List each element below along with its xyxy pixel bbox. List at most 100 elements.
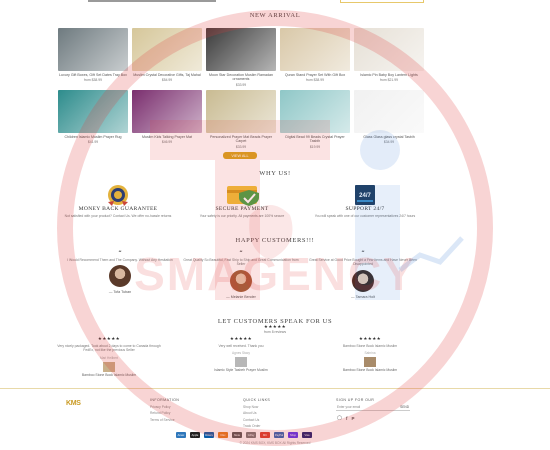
product-price: $33.99 bbox=[235, 82, 247, 87]
newsletter-email-field[interactable]: Enter your email SEND bbox=[336, 405, 410, 411]
gift-box-image[interactable] bbox=[58, 28, 128, 71]
review-text: Very well received. Thank you bbox=[218, 344, 264, 348]
view-all-button[interactable]: VIEW ALL bbox=[223, 152, 257, 159]
happy-customers-title: HAPPY CUSTOMERS!!! bbox=[235, 237, 315, 244]
testimonial-author: — Tamara Holt bbox=[351, 294, 375, 299]
review-author: Sabrina bbox=[364, 351, 376, 356]
review-stars: ★★★★★ bbox=[97, 336, 121, 341]
newsletter-placeholder: Enter your email bbox=[337, 405, 361, 409]
footer-information-title: INFORMATION bbox=[150, 398, 180, 402]
prayer-carpet-image[interactable] bbox=[206, 90, 276, 133]
footer-link-refund[interactable]: Refund Policy bbox=[150, 411, 179, 415]
testimonial-author: — Tofa Tuban bbox=[108, 290, 132, 295]
payment-icon: GPay bbox=[246, 432, 256, 438]
review-author: Agnes Stacy bbox=[232, 351, 250, 356]
product-card[interactable]: Islamic Pin Baby Boy Lantern Lights from … bbox=[354, 28, 424, 82]
review-product-thumbnail[interactable] bbox=[235, 357, 247, 368]
review-product-name[interactable]: Bamboo Stone Book Islamic Muslim bbox=[315, 368, 425, 372]
glass-tasbih-image[interactable] bbox=[354, 90, 424, 133]
taj-mahal-image[interactable] bbox=[132, 28, 202, 71]
product-card[interactable]: Glass Glass glass crystal Tasbih $34.99 bbox=[354, 90, 424, 144]
avatar bbox=[230, 269, 252, 292]
footer-link-track[interactable]: Track Order bbox=[243, 424, 270, 428]
copyright: © 2024 KMS BOX, KMS BOX All Rights Reser… bbox=[239, 441, 311, 445]
footer-link-terms[interactable]: Terms of Service bbox=[150, 418, 179, 422]
talking-prayer-mat-image[interactable] bbox=[132, 90, 202, 133]
footer-link-shop[interactable]: Shop Now bbox=[243, 405, 270, 409]
review-card: ★★★★★ Very well received. Thank you Agne… bbox=[186, 336, 296, 372]
quote-icon: “ bbox=[361, 249, 365, 257]
previous-section-button-edge[interactable] bbox=[340, 0, 424, 3]
footer-quick-links: QUICK LINKS Shop Now About Us Contact Us… bbox=[243, 398, 270, 428]
newsletter-title: SIGN UP FOR OUR bbox=[336, 398, 375, 402]
product-card[interactable]: Muslim Crystal Decorative Gifts, Taj Mah… bbox=[132, 28, 202, 82]
product-card[interactable]: Muslim Kids Talking Prayer Mat $46.99 bbox=[132, 90, 202, 144]
money-back-title: MONEY BACK GUARANTEE bbox=[78, 206, 158, 212]
page: NEW ARRIVAL Luxury Gift Boxes, Gift Set … bbox=[0, 0, 550, 450]
product-card[interactable]: Luxury Gift Boxes, Gift Set Dates Tray B… bbox=[58, 28, 128, 82]
newsletter-send-button[interactable]: SEND bbox=[400, 405, 409, 409]
crystal-tasbih-image[interactable] bbox=[280, 90, 350, 133]
money-back-desc: Not satisfied with your product? Contact… bbox=[64, 214, 172, 218]
secure-payment-shield-icon bbox=[227, 186, 259, 206]
lantern-lights-image[interactable] bbox=[354, 28, 424, 71]
review-author: Mari Heilbert bbox=[99, 355, 119, 360]
secure-payment-title: SECURE PAYMENT bbox=[215, 206, 269, 212]
product-price: $34.99 bbox=[383, 140, 395, 145]
facebook-icon[interactable]: f bbox=[346, 416, 348, 421]
prayer-rug-kids-image[interactable] bbox=[58, 90, 128, 133]
quote-icon: “ bbox=[239, 249, 243, 257]
product-card[interactable]: Personalized Prayer Mat Beads Prayer Car… bbox=[206, 90, 276, 149]
support-desc: You will speak with one of our customer … bbox=[314, 214, 416, 218]
why-item-support: 24/7 SUPPORT 24/7 You will speak with on… bbox=[302, 184, 428, 218]
quran-stand-image[interactable] bbox=[280, 28, 350, 71]
footer-link-contact[interactable]: Contact Us bbox=[243, 418, 270, 422]
product-price: from $21.99 bbox=[379, 78, 399, 83]
product-name[interactable]: Muslim Kids Talking Prayer Mat bbox=[132, 135, 202, 139]
support-24-7-icon: 24/7 bbox=[355, 185, 375, 205]
product-name[interactable]: Moon Star Decoration Muslim Ramadan orna… bbox=[206, 73, 276, 82]
product-card[interactable]: Quran Stand Prayer Set With Gift Box from… bbox=[280, 28, 350, 82]
payment-icon: Amex bbox=[176, 432, 186, 438]
review-product-name[interactable]: Bamboo Stone Book Islamic Muslim bbox=[54, 373, 164, 377]
product-card[interactable]: Children Islamic Muslim Prayer Rug $41.99 bbox=[58, 90, 128, 144]
review-stars: ★★★★★ bbox=[229, 336, 253, 341]
product-name[interactable]: Muslim Crystal Decorative Gifts, Taj Mah… bbox=[132, 73, 202, 77]
review-product-thumbnail[interactable] bbox=[103, 361, 115, 372]
footer-information: INFORMATION Privacy Policy Refund Policy… bbox=[150, 398, 179, 422]
support-title: SUPPORT 24/7 bbox=[345, 206, 385, 212]
instagram-icon[interactable]: ◯ bbox=[337, 416, 342, 421]
product-card[interactable]: Moon Star Decoration Muslim Ramadan orna… bbox=[206, 28, 276, 87]
payment-icon: PayPal bbox=[274, 432, 284, 438]
product-name[interactable]: Personalized Prayer Mat Beads Prayer Car… bbox=[206, 135, 276, 144]
product-name[interactable]: Children Islamic Muslim Prayer Rug bbox=[58, 135, 128, 139]
quote-icon: “ bbox=[118, 249, 122, 257]
reviews-summary: ★★★★★ from 8 reviews bbox=[0, 324, 550, 334]
product-name[interactable]: Glass Glass glass crystal Tasbih bbox=[354, 135, 424, 139]
testimonial-text: Great Quality So Beautiful, Fast Ship to… bbox=[183, 258, 299, 267]
avatar bbox=[352, 269, 374, 292]
product-name[interactable]: Islamic Pin Baby Boy Lantern Lights bbox=[354, 73, 424, 77]
product-price: $33.99 bbox=[235, 144, 247, 149]
review-product-name[interactable]: Islamic Style Tasbeh Prayer Muslim bbox=[186, 368, 296, 372]
review-card: ★★★★★ Very nicely packaged. Took about 2… bbox=[54, 336, 164, 377]
product-card[interactable]: Digital Bead 99 Beads Crystal Prayer Tas… bbox=[280, 90, 350, 149]
footer-logo[interactable]: KMS bbox=[66, 400, 81, 407]
social-links: ◯ f P bbox=[337, 416, 355, 421]
review-card: ★★★★★ Bamboo Stone Book Islamic Muslim S… bbox=[315, 336, 425, 372]
avatar bbox=[109, 265, 131, 288]
footer-divider bbox=[0, 388, 550, 389]
product-name[interactable]: Quran Stand Prayer Set With Gift Box bbox=[280, 73, 350, 77]
review-text: Bamboo Stone Book Islamic Muslim bbox=[342, 344, 398, 348]
moon-star-image[interactable] bbox=[206, 28, 276, 71]
review-product-thumbnail[interactable] bbox=[364, 357, 376, 368]
footer-link-about[interactable]: About Us bbox=[243, 411, 270, 415]
product-name[interactable]: Digital Bead 99 Beads Crystal Prayer Tas… bbox=[280, 135, 350, 144]
pinterest-icon[interactable]: P bbox=[352, 416, 355, 421]
footer-link-privacy[interactable]: Privacy Policy bbox=[150, 405, 179, 409]
why-item-money-back: MONEY BACK GUARANTEE Not satisfied with … bbox=[58, 184, 178, 218]
testimonial-card: “ Great Service at Good Price Bought a F… bbox=[303, 250, 423, 299]
payment-icon: Disc bbox=[218, 432, 228, 438]
product-price: $46.99 bbox=[161, 140, 173, 145]
product-name[interactable]: Luxury Gift Boxes, Gift Set Dates Tray B… bbox=[58, 73, 128, 77]
